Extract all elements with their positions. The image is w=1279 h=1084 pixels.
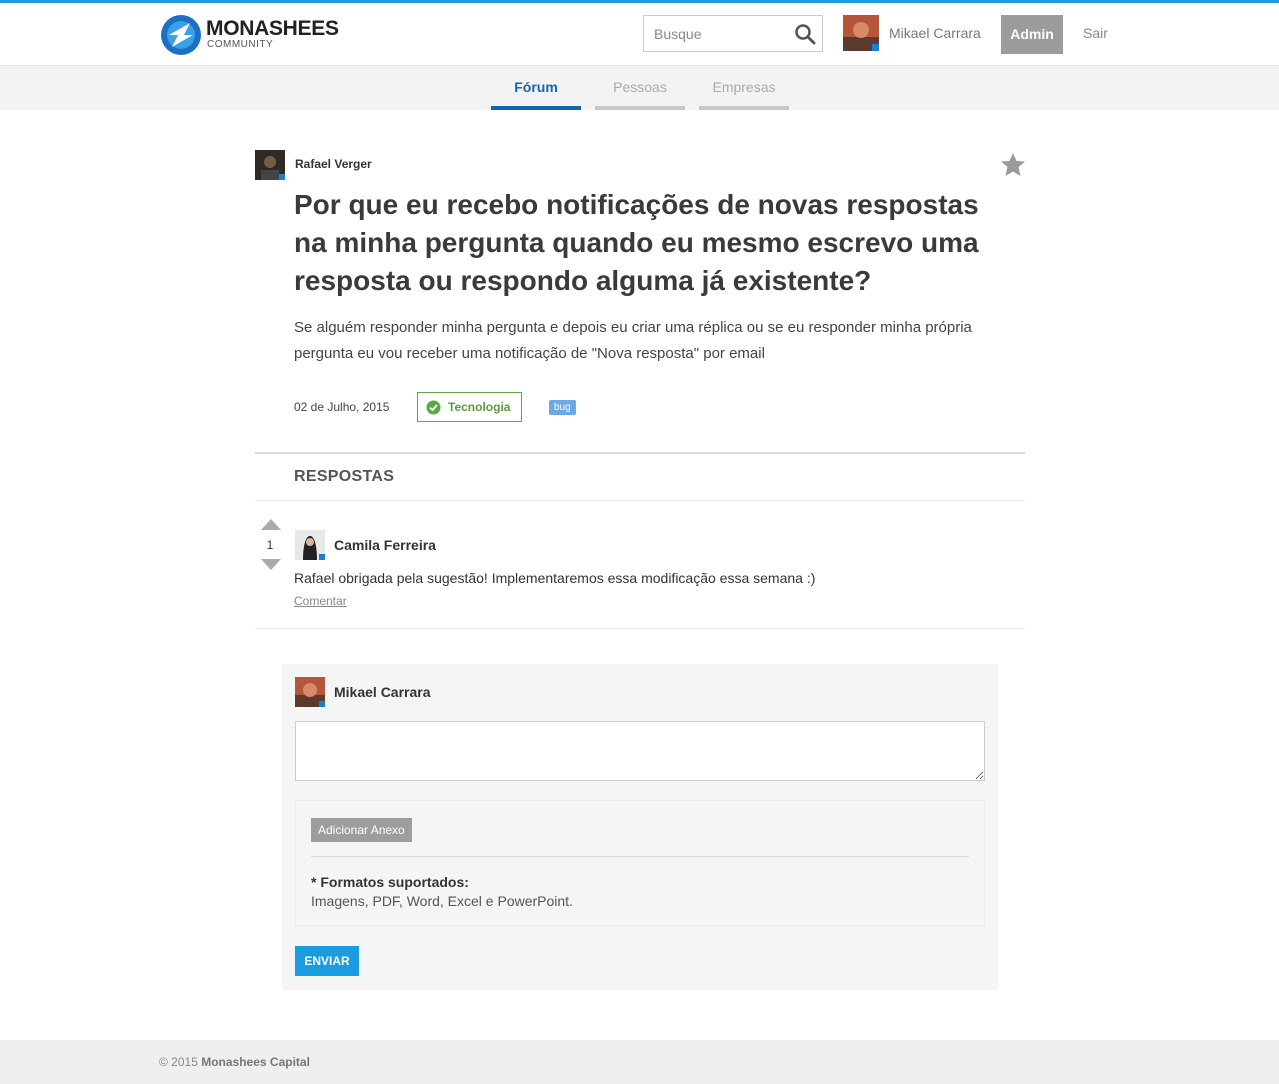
send-button[interactable]: ENVIAR	[295, 946, 359, 976]
reply-author-avatar	[295, 677, 325, 707]
footer-copyright: © 2015 Monashees Capital	[159, 1055, 310, 1069]
monashees-logo-icon	[161, 15, 201, 55]
attachment-panel: Adicionar Anexo * Formatos suportados: I…	[295, 800, 985, 926]
brand-name: MONASHEES	[206, 17, 339, 40]
footer-company: Monashees Capital	[201, 1055, 310, 1069]
question-title: Por que eu recebo notificações de novas …	[294, 189, 979, 296]
user-avatar[interactable]	[843, 15, 879, 51]
answers-heading: RESPOSTAS	[294, 468, 395, 485]
reply-form: Mikael Carrara Adicionar Anexo * Formato…	[282, 664, 998, 990]
page-footer: © 2015 Monashees Capital	[0, 1040, 1279, 1084]
section-divider	[255, 500, 1025, 501]
tab-pessoas[interactable]: Pessoas	[595, 66, 685, 110]
upvote-arrow-icon[interactable]	[261, 519, 281, 530]
tag-badge[interactable]: bug	[549, 400, 576, 415]
search-icon[interactable]	[794, 23, 816, 45]
add-attachment-button[interactable]: Adicionar Anexo	[311, 818, 412, 842]
section-divider	[255, 628, 1025, 629]
vote-count: 1	[266, 538, 274, 552]
answer-text: Rafael obrigada pela sugestão! Implement…	[294, 570, 816, 586]
question-body: Se alguém responder minha pergunta e dep…	[294, 319, 972, 362]
reply-textarea[interactable]	[295, 721, 985, 781]
section-divider	[255, 452, 1025, 454]
reply-author-name: Mikael Carrara	[334, 684, 431, 700]
attachment-divider	[311, 856, 969, 857]
favorite-star-icon[interactable]	[1000, 152, 1026, 178]
copyright-year: © 2015	[159, 1055, 198, 1069]
logout-link[interactable]: Sair	[1083, 25, 1108, 41]
comment-link[interactable]: Comentar	[294, 594, 347, 608]
header-user-name[interactable]: Mikael Carrara	[889, 25, 981, 41]
question-author-name[interactable]: Rafael Verger	[295, 157, 372, 171]
answer-author-name[interactable]: Camila Ferreira	[334, 537, 436, 553]
brand-tagline: COMMUNITY	[207, 39, 274, 50]
tab-forum[interactable]: Fórum	[491, 66, 581, 110]
search-input[interactable]	[644, 16, 784, 51]
category-label: Tecnologia	[448, 400, 511, 414]
supported-formats-list: Imagens, PDF, Word, Excel e PowerPoint.	[311, 893, 573, 909]
question-date: 02 de Julho, 2015	[294, 400, 390, 414]
search-box	[643, 15, 823, 52]
supported-formats-title: * Formatos suportados:	[311, 874, 469, 890]
admin-button[interactable]: Admin	[1001, 15, 1063, 54]
downvote-arrow-icon[interactable]	[261, 559, 281, 570]
check-circle-icon	[426, 400, 441, 415]
tab-empresas[interactable]: Empresas	[699, 66, 789, 110]
top-header: MONASHEES COMMUNITY Mikael Carrara Admin…	[0, 0, 1279, 66]
brand-logo[interactable]: MONASHEES COMMUNITY	[160, 14, 340, 58]
answer-author-avatar[interactable]	[295, 530, 325, 560]
category-badge[interactable]: Tecnologia	[417, 392, 522, 422]
main-nav: Fórum Pessoas Empresas	[0, 66, 1279, 110]
question-author-avatar[interactable]	[255, 150, 285, 180]
